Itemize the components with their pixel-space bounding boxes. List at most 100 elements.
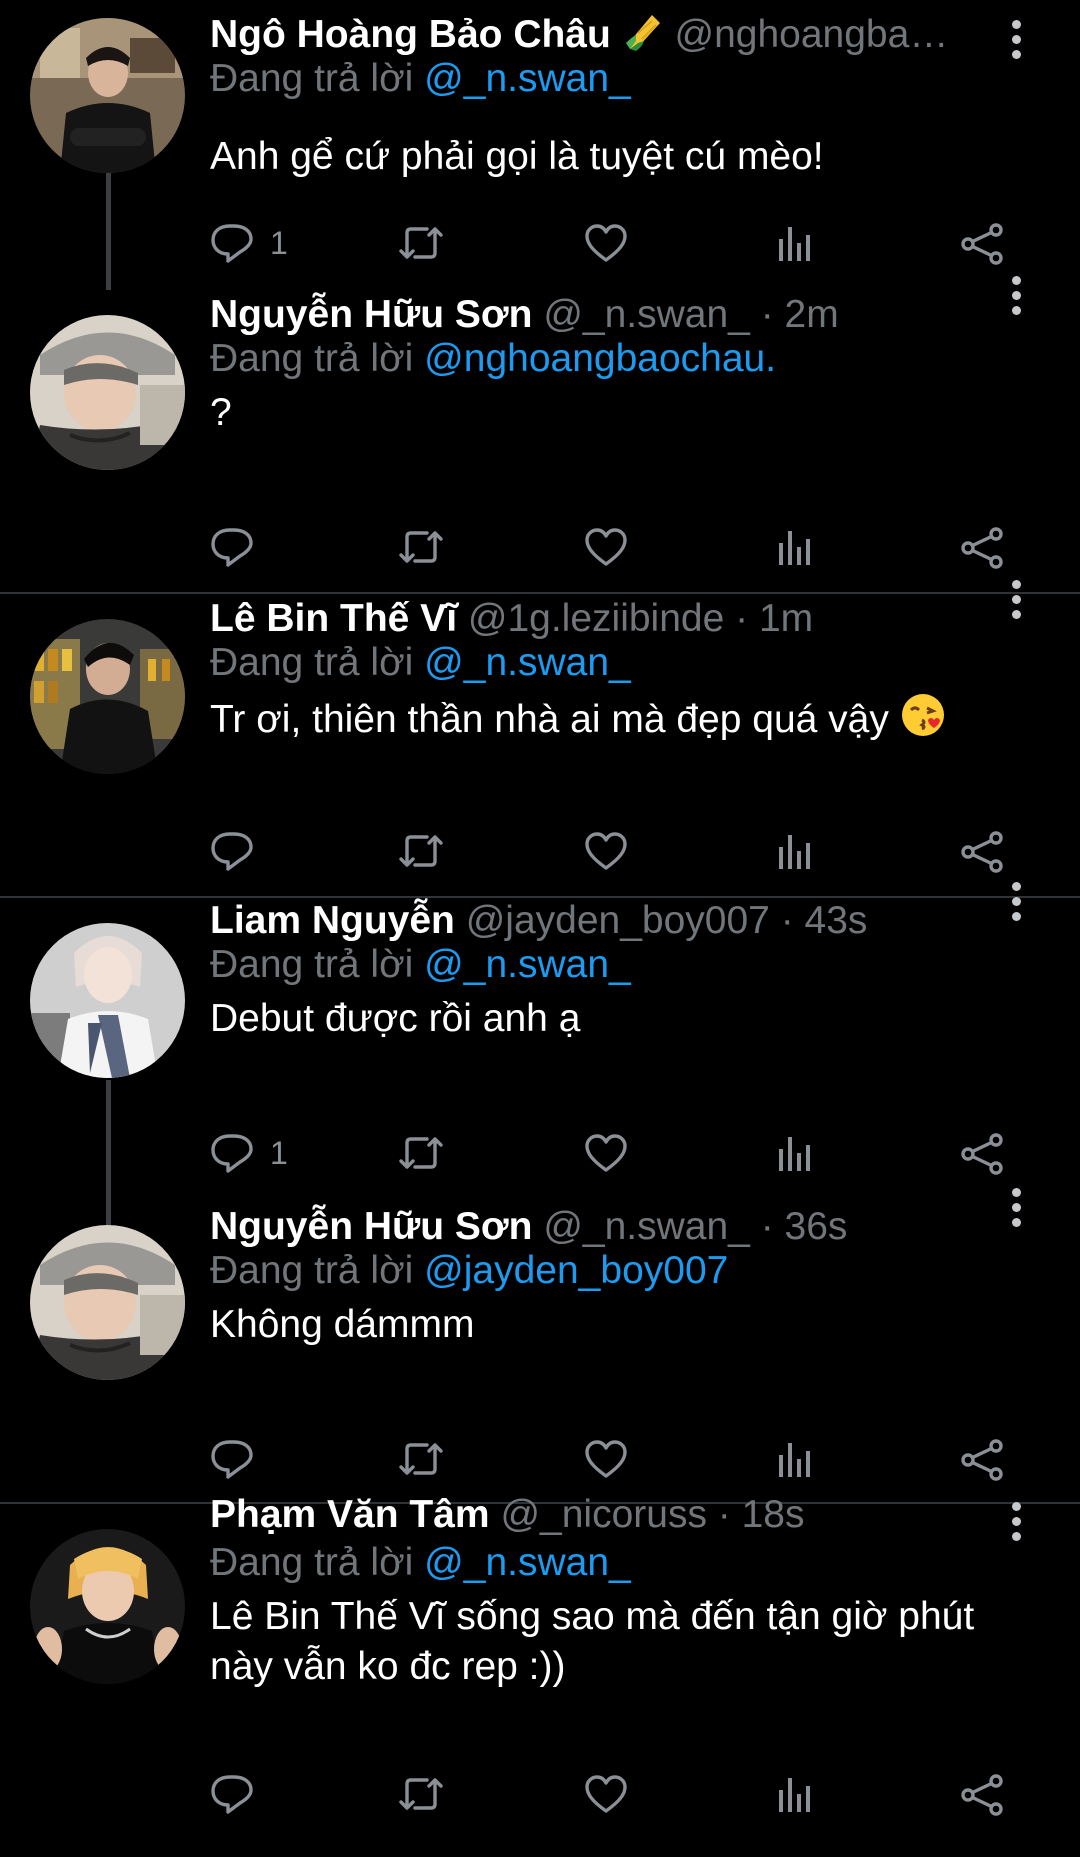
- more-icon[interactable]: [1004, 880, 1030, 924]
- like-icon: [585, 1440, 627, 1478]
- reply-icon: [211, 224, 253, 263]
- timestamp: · 2m: [760, 293, 839, 336]
- display-name[interactable]: Ngô Hoàng Bảo Châu: [210, 13, 611, 56]
- like-icon: [585, 832, 627, 870]
- reply-icon: [211, 1440, 253, 1479]
- replying-label: Đang trả lời: [210, 337, 414, 380]
- share-icon: [961, 1439, 1003, 1481]
- more-icon[interactable]: [1004, 1490, 1030, 1541]
- views-icon: [779, 1443, 810, 1477]
- reply-count: 1: [270, 1135, 288, 1171]
- views-icon: [779, 531, 810, 565]
- avatar[interactable]: [30, 315, 185, 470]
- like-icon: [585, 1775, 627, 1813]
- replying-to: Đang trả lời @nghoangbaochau.: [210, 334, 776, 384]
- replying-to-link[interactable]: @_n.swan_: [424, 943, 631, 986]
- tweet-text: Lê Bin Thế Vĩ sống sao mà đến tận giờ ph…: [210, 1595, 975, 1688]
- timestamp: · 36s: [760, 1205, 848, 1248]
- like-icon: [585, 224, 627, 262]
- avatar[interactable]: [30, 18, 185, 173]
- tweet-header: Nguyễn Hữu Sơn @_n.swan_ · 36s: [210, 1202, 847, 1252]
- more-icon[interactable]: [1004, 274, 1030, 318]
- replying-to-link[interactable]: @jayden_boy007: [424, 1249, 728, 1292]
- replying-to: Đang trả lời @_n.swan_: [210, 54, 631, 104]
- timestamp: · 43s: [780, 899, 868, 942]
- user-handle[interactable]: @_n.swan_: [543, 293, 750, 336]
- avatar[interactable]: [30, 923, 185, 1078]
- display-name[interactable]: Nguyễn Hữu Sơn: [210, 293, 532, 336]
- corn-emoji-icon: [622, 11, 664, 60]
- reply-icon: [211, 1134, 253, 1173]
- share-icon: [961, 223, 1003, 265]
- retweet-icon: [399, 1778, 443, 1810]
- share-icon: [961, 1133, 1003, 1175]
- reply-icon: [211, 832, 253, 871]
- replying-to: Đang trả lời @_n.swan_: [210, 638, 631, 688]
- display-name[interactable]: Nguyễn Hữu Sơn: [210, 1205, 532, 1248]
- action-bar: [210, 1429, 1020, 1489]
- user-handle[interactable]: @jayden_boy007: [466, 899, 770, 942]
- display-name[interactable]: Liam Nguyễn: [210, 899, 455, 942]
- replying-to-link[interactable]: @_n.swan_: [424, 1541, 631, 1584]
- user-handle[interactable]: @_n.swan_: [543, 1205, 750, 1248]
- tweet-text: Không dámmm: [210, 1303, 475, 1346]
- tweet-header: Nguyễn Hữu Sơn @_n.swan_ · 2m: [210, 290, 839, 340]
- views-icon: [779, 1778, 810, 1812]
- tweet[interactable]: Liam Nguyễn @jayden_boy007 · 43s Đang tr…: [0, 882, 1080, 1198]
- like-icon: [585, 1134, 627, 1172]
- user-handle[interactable]: @_nicoruss: [500, 1493, 707, 1536]
- more-icon[interactable]: [1004, 578, 1030, 622]
- action-bar: 1: [210, 1123, 1020, 1183]
- views-icon: [779, 227, 810, 261]
- more-icon[interactable]: [1004, 18, 1030, 62]
- display-name[interactable]: Lê Bin Thế Vĩ: [210, 597, 457, 640]
- replying-to: Đang trả lời @_n.swan_: [210, 1538, 631, 1588]
- share-icon: [961, 527, 1003, 569]
- tweet[interactable]: Ngô Hoàng Bảo Châu @nghoangba… Đang trả …: [0, 0, 1080, 290]
- tweet-header: Phạm Văn Tâm @_nicoruss · 18s: [210, 1490, 805, 1540]
- action-bar: 1: [210, 213, 1020, 273]
- tweet-header: Ngô Hoàng Bảo Châu @nghoangba…: [210, 10, 948, 60]
- timestamp: · 1m: [735, 597, 814, 640]
- replying-to: Đang trả lời @_n.swan_: [210, 940, 631, 990]
- replying-to-link[interactable]: @_n.swan_: [424, 57, 631, 100]
- share-icon: [961, 1774, 1003, 1816]
- replying-label: Đang trả lời: [210, 57, 414, 100]
- replying-label: Đang trả lời: [210, 943, 414, 986]
- avatar[interactable]: [30, 1529, 185, 1684]
- tweet-text: Anh gể cứ phải gọi là tuyệt cú mèo!: [210, 135, 824, 178]
- replying-to-link[interactable]: @nghoangbaochau.: [424, 337, 776, 380]
- retweet-icon: [399, 227, 443, 259]
- reply-icon: [211, 528, 253, 567]
- replying-label: Đang trả lời: [210, 1541, 414, 1584]
- tweet[interactable]: Nguyễn Hữu Sơn @_n.swan_ · 36s Đang trả …: [0, 1188, 1080, 1502]
- retweet-icon: [399, 1443, 443, 1475]
- tweet-text: ?: [210, 391, 232, 434]
- retweet-icon: [399, 835, 443, 867]
- kissing-face-emoji-icon: [900, 692, 946, 751]
- replying-label: Đang trả lời: [210, 1249, 414, 1292]
- tweet-text: Tr ơi, thiên thần nhà ai mà đẹp quá vậy: [210, 692, 1030, 751]
- display-name[interactable]: Phạm Văn Tâm: [210, 1493, 490, 1536]
- avatar[interactable]: [30, 619, 185, 774]
- tweet[interactable]: Phạm Văn Tâm @_nicoruss · 18s Đang trả l…: [0, 1493, 1080, 1857]
- action-bar: [210, 1764, 1020, 1824]
- replying-to-link[interactable]: @_n.swan_: [424, 641, 631, 684]
- share-icon: [961, 831, 1003, 873]
- retweet-icon: [399, 1137, 443, 1169]
- views-icon: [779, 1137, 810, 1171]
- user-handle[interactable]: @1g.leziibinde: [468, 597, 724, 640]
- user-handle[interactable]: @nghoangba…: [675, 13, 949, 56]
- avatar[interactable]: [30, 1225, 185, 1380]
- reply-icon: [211, 1775, 253, 1814]
- tweet-header: Liam Nguyễn @jayden_boy007 · 43s: [210, 896, 867, 946]
- tweet[interactable]: Nguyễn Hữu Sơn @_n.swan_ · 2m Đang trả l…: [0, 276, 1080, 592]
- action-bar: [210, 517, 1020, 577]
- retweet-icon: [399, 531, 443, 563]
- tweet[interactable]: Lê Bin Thế Vĩ @1g.leziibinde · 1m Đang t…: [0, 580, 1080, 896]
- action-bar: [210, 821, 1020, 881]
- tweet-text: Debut được rồi anh ạ: [210, 997, 581, 1040]
- more-icon[interactable]: [1004, 1186, 1030, 1230]
- like-icon: [585, 528, 627, 566]
- replying-label: Đang trả lời: [210, 641, 414, 684]
